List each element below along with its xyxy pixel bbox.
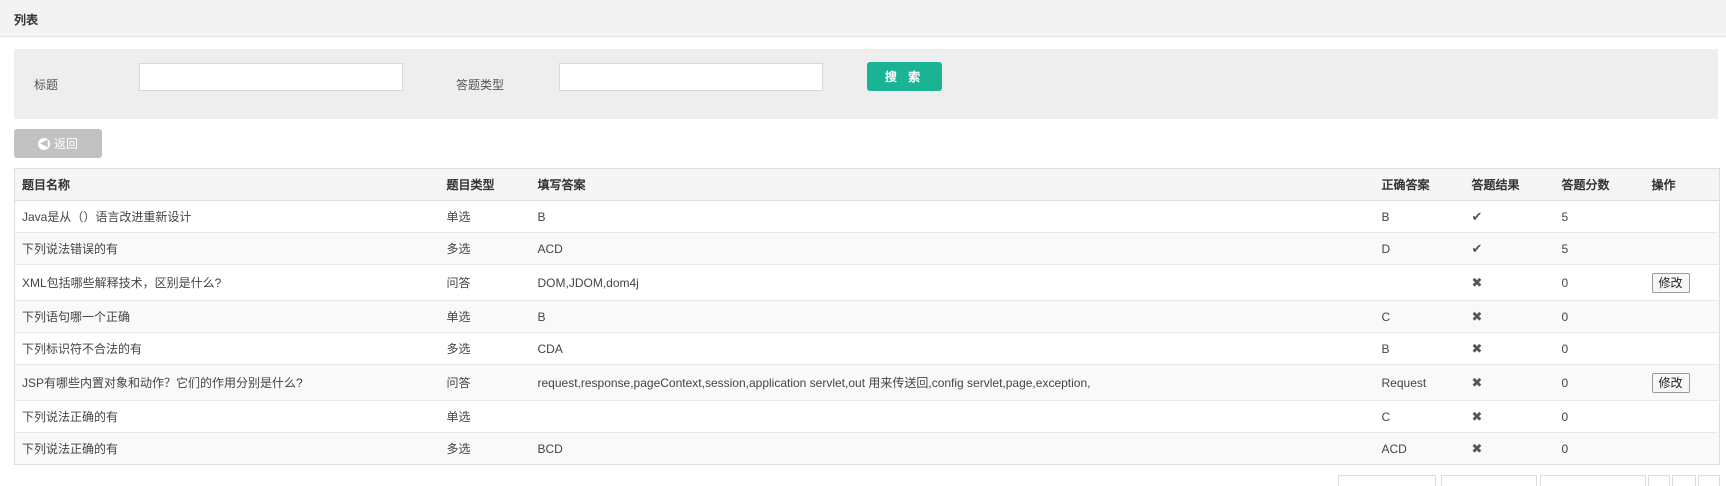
cell-action (1644, 232, 1720, 265)
cell-correct: B (1374, 332, 1465, 365)
edit-button[interactable]: 修改 (1651, 372, 1690, 393)
col-header-result: 答题结果 (1464, 168, 1555, 201)
cell-answer: DOM,JDOM,dom4j (530, 264, 1375, 301)
cell-answer: ACD (530, 232, 1375, 265)
table-row: 下列说法错误的有 多选 ACD D ✔ 5 (14, 232, 1720, 265)
title-input[interactable] (139, 63, 403, 91)
cell-action (1644, 300, 1720, 333)
col-header-answer: 填写答案 (530, 168, 1375, 201)
cell-score: 0 (1554, 264, 1645, 301)
table-header-row: 题目名称 题目类型 填写答案 正确答案 答题结果 答题分数 操作 (14, 168, 1720, 201)
table-row: JSP有哪些内置对象和动作？它们的作用分别是什么? 问答 request,res… (14, 364, 1720, 401)
cross-icon: ✖ (1471, 340, 1483, 356)
col-header-correct: 正确答案 (1374, 168, 1465, 201)
cross-icon: ✖ (1471, 440, 1483, 456)
cell-action (1644, 200, 1720, 233)
check-icon: ✔ (1471, 240, 1483, 256)
cell-type: 单选 (439, 400, 531, 433)
cell-answer: request,response,pageContext,session,app… (530, 364, 1375, 401)
panel-title: 列表 (14, 13, 39, 27)
cell-action (1644, 432, 1720, 465)
edit-button[interactable]: 修改 (1651, 272, 1690, 293)
cell-correct: D (1374, 232, 1465, 265)
cell-score: 0 (1554, 400, 1645, 433)
cell-correct: B (1374, 200, 1465, 233)
cell-score: 0 (1554, 300, 1645, 333)
answer-type-label: 答题类型 (456, 78, 505, 92)
table-row: 下列标识符不合法的有 多选 CDA B ✖ 0 (14, 332, 1720, 365)
table-row: 下列语句哪一个正确 单选 B C ✖ 0 (14, 300, 1720, 333)
cell-correct: C (1374, 300, 1465, 333)
cell-answer: B (530, 300, 1375, 333)
table-row: 下列说法正确的有 多选 BCD ACD ✖ 0 (14, 432, 1720, 465)
cell-type: 单选 (439, 300, 531, 333)
search-button[interactable]: 搜 索 (867, 62, 942, 91)
cell-correct: C (1374, 400, 1465, 433)
cell-score: 5 (1554, 232, 1645, 265)
cell-answer: CDA (530, 332, 1375, 365)
cell-type: 问答 (439, 364, 531, 401)
cell-name: 下列说法正确的有 (14, 400, 440, 433)
col-header-score: 答题分数 (1554, 168, 1645, 201)
table-row: XML包括哪些解释技术，区别是什么? 问答 DOM,JDOM,dom4j ✖ 0… (14, 264, 1720, 301)
answer-table: 题目名称 题目类型 填写答案 正确答案 答题结果 答题分数 操作 Java是从（… (14, 168, 1720, 465)
cell-type: 问答 (439, 264, 531, 301)
cell-name: 下列语句哪一个正确 (14, 300, 440, 333)
cell-answer: BCD (530, 432, 1375, 465)
cell-score: 0 (1554, 432, 1645, 465)
cell-action (1644, 400, 1720, 433)
cell-correct: ACD (1374, 432, 1465, 465)
answer-type-input[interactable] (559, 63, 823, 91)
back-button-label: 返回 (53, 137, 78, 151)
cross-icon: ✖ (1471, 274, 1483, 290)
cell-name: Java是从（）语言改进重新设计 (14, 200, 440, 233)
col-header-action: 操作 (1644, 168, 1720, 201)
cell-correct (1374, 264, 1465, 301)
cell-action (1644, 332, 1720, 365)
col-header-name: 题目名称 (14, 168, 440, 201)
back-button[interactable]: ◀ 返回 (14, 129, 102, 158)
cell-answer: B (530, 200, 1375, 233)
cell-type: 多选 (439, 432, 531, 465)
cell-correct: Request (1374, 364, 1465, 401)
cell-score: 0 (1554, 364, 1645, 401)
search-form: 标题 答题类型 搜 索 (14, 49, 1718, 119)
cell-name: 下列说法正确的有 (14, 432, 440, 465)
cross-icon: ✖ (1471, 308, 1483, 324)
cell-score: 0 (1554, 332, 1645, 365)
cross-icon: ✖ (1471, 408, 1483, 424)
panel-header: 列表 (0, 0, 1726, 37)
cell-answer (530, 400, 1375, 433)
arrow-left-circle-icon: ◀ (37, 137, 50, 150)
table-row: Java是从（）语言改进重新设计 单选 B B ✔ 5 (14, 200, 1720, 233)
cross-icon: ✖ (1471, 374, 1483, 390)
cell-type: 多选 (439, 332, 531, 365)
title-label: 标题 (34, 78, 59, 92)
cell-name: JSP有哪些内置对象和动作？它们的作用分别是什么? (14, 364, 440, 401)
col-header-type: 题目类型 (439, 168, 531, 201)
cell-type: 多选 (439, 232, 531, 265)
cell-score: 5 (1554, 200, 1645, 233)
cell-name: 下列说法错误的有 (14, 232, 440, 265)
check-icon: ✔ (1471, 208, 1483, 224)
cell-type: 单选 (439, 200, 531, 233)
cell-name: 下列标识符不合法的有 (14, 332, 440, 365)
cell-name: XML包括哪些解释技术，区别是什么? (14, 264, 440, 301)
table-row: 下列说法正确的有 单选 C ✖ 0 (14, 400, 1720, 433)
